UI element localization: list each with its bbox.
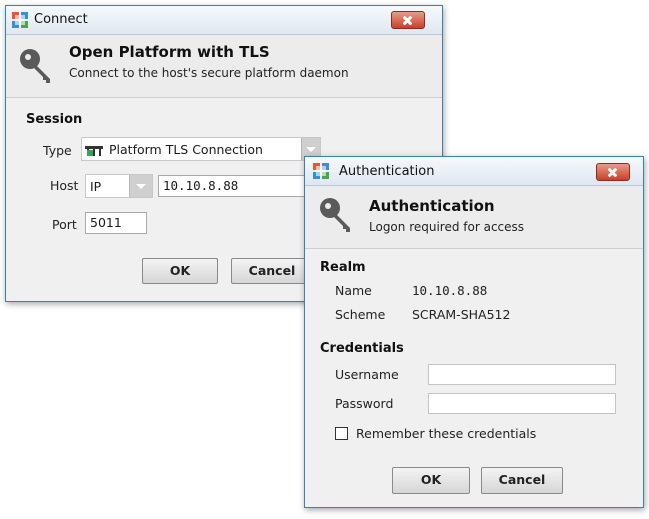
connect-title: Connect [34, 12, 88, 27]
scheme-label: Scheme [335, 307, 386, 322]
auth-titlebar[interactable]: Authentication [305, 157, 643, 186]
remember-checkbox[interactable] [335, 427, 348, 440]
host-value: 10.10.8.88 [163, 178, 239, 193]
port-value: 5011 [90, 215, 122, 230]
type-label: Type [43, 143, 72, 158]
cancel-button[interactable]: Cancel [481, 467, 563, 494]
key-icon [320, 198, 350, 232]
app-icon [313, 163, 329, 179]
connect-header-subtitle: Connect to the host's secure platform da… [69, 66, 349, 80]
credentials-label: Credentials [320, 341, 404, 356]
connection-icon [85, 146, 103, 156]
realm-label: Realm [320, 260, 366, 275]
host-label: Host [50, 178, 79, 193]
close-icon[interactable] [596, 163, 630, 181]
host-input[interactable]: 10.10.8.88 [158, 175, 306, 197]
remember-label[interactable]: Remember these credentials [356, 426, 536, 441]
ok-button[interactable]: OK [142, 258, 218, 284]
connect-titlebar[interactable]: Connect [6, 6, 442, 35]
chevron-down-icon[interactable] [129, 175, 152, 197]
connect-header: Open Platform with TLS Connect to the ho… [6, 35, 442, 98]
scheme-value: SCRAM-SHA512 [412, 307, 511, 322]
host-type-select[interactable]: IP [85, 174, 153, 198]
password-input[interactable] [428, 393, 616, 414]
connect-header-title: Open Platform with TLS [69, 43, 270, 61]
app-icon [12, 12, 28, 28]
name-label: Name [335, 283, 372, 298]
port-input[interactable]: 5011 [85, 212, 147, 234]
session-label: Session [26, 112, 83, 127]
name-value: 10.10.8.88 [412, 283, 488, 298]
port-label: Port [52, 217, 77, 232]
host-type-value: IP [90, 179, 102, 194]
ok-button[interactable]: OK [392, 467, 470, 494]
username-label: Username [335, 367, 399, 382]
auth-header-subtitle: Logon required for access [369, 220, 525, 234]
auth-header: Authentication Logon required for access [305, 186, 643, 249]
type-select[interactable]: Platform TLS Connection [81, 137, 321, 161]
key-icon [20, 49, 50, 83]
username-input[interactable] [428, 364, 616, 385]
type-value: Platform TLS Connection [109, 142, 263, 157]
auth-header-title: Authentication [369, 197, 495, 215]
cancel-button[interactable]: Cancel [231, 258, 313, 284]
authentication-dialog: Authentication Authentication Logon requ… [304, 156, 644, 508]
password-label: Password [335, 396, 394, 411]
close-icon[interactable] [391, 11, 425, 29]
auth-title: Authentication [339, 164, 435, 179]
